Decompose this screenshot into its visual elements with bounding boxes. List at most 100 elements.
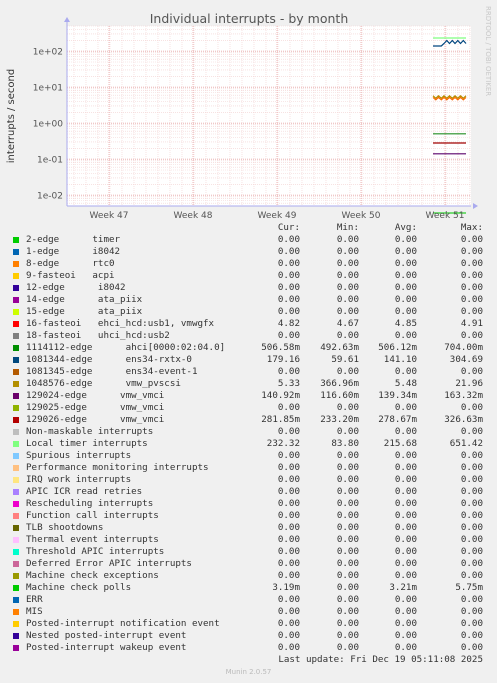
- legend-swatch: [13, 525, 19, 531]
- legend-name: 1081345-edge ens34-event-1: [26, 366, 198, 377]
- legend-row: Posted-interrupt notification event 0.00 0…: [0, 618, 497, 630]
- legend-row: TLB shootdowns 0.00 0.00 0.00 0.00: [0, 522, 497, 534]
- legend-name: 129025-edge vmw_vmci: [26, 402, 165, 413]
- last-update: Last update: Fri Dec 19 05:11:08 2025: [278, 654, 483, 665]
- legend-max: 0.00: [460, 246, 483, 257]
- legend-row: Machine check polls 3.19m 0.00 3.21m 5.75m: [0, 582, 497, 594]
- legend-row: 129026-edge vmw_vmci 281.85m 233.20m 278.67…: [0, 414, 497, 426]
- legend-avg: 0.00: [394, 474, 417, 485]
- x-tick-label: Week 49: [258, 211, 297, 221]
- legend-avg: 0.00: [394, 246, 417, 257]
- legend-max: 5.75m: [455, 582, 483, 593]
- header-max: Max:: [460, 222, 483, 233]
- legend-max: 21.96: [455, 378, 483, 389]
- legend-row: 2-edge timer 0.00 0.00 0.00 0.00: [0, 234, 497, 246]
- legend-name: Machine check polls: [26, 582, 132, 593]
- legend-name: ERR: [26, 594, 43, 605]
- legend-max: 0.00: [460, 282, 483, 293]
- x-axis-arrow: [473, 203, 478, 209]
- y-axis-arrow: [64, 17, 70, 22]
- legend-name: 8-edge rtc0: [26, 258, 115, 269]
- legend-avg: 0.00: [394, 330, 417, 341]
- legend-max: 0.00: [460, 510, 483, 521]
- legend-avg: 0.00: [394, 306, 417, 317]
- legend-swatch: [13, 537, 19, 543]
- legend-row: 9-fasteoi acpi 0.00 0.00 0.00 0.00: [0, 270, 497, 282]
- legend-avg: 0.00: [394, 642, 417, 653]
- legend-max: 0.00: [460, 426, 483, 437]
- legend-max: 0.00: [460, 330, 483, 341]
- legend-swatch: [13, 261, 19, 267]
- legend-avg: 0.00: [394, 534, 417, 545]
- y-tick-label: 1e+01: [33, 84, 63, 94]
- legend-row: 1081344-edge ens34-rxtx-0 179.16 59.61 141.…: [0, 354, 497, 366]
- legend-avg: 0.00: [394, 282, 417, 293]
- legend-row: Deferred Error APIC interrupts 0.00 0.00 0.…: [0, 558, 497, 570]
- legend-row: ERR 0.00 0.00 0.00 0.00: [0, 594, 497, 606]
- legend-avg: 5.48: [394, 378, 417, 389]
- legend-swatch: [13, 285, 19, 291]
- legend-row: Machine check exceptions 0.00 0.00 0.00 0.00: [0, 570, 497, 582]
- legend-avg: 0.00: [394, 630, 417, 641]
- legend-name: 1048576-edge vmw_pvscsi: [26, 378, 181, 389]
- legend-swatch: [13, 489, 19, 495]
- legend-name: Posted-interrupt wakeup event: [26, 642, 187, 653]
- legend-swatch: [13, 297, 19, 303]
- legend-max: 0.00: [460, 522, 483, 533]
- legend-max: 0.00: [460, 534, 483, 545]
- legend-max: 0.00: [460, 294, 483, 305]
- legend-swatch: [13, 645, 19, 651]
- legend-name: Machine check exceptions: [26, 570, 159, 581]
- header-avg: Avg:: [394, 222, 417, 233]
- legend-row: 1048576-edge vmw_pvscsi 5.33 366.96m 5.48 21…: [0, 378, 497, 390]
- legend-max: 704.00m: [444, 342, 483, 353]
- legend-name: IRQ work interrupts: [26, 474, 132, 485]
- legend-swatch: [13, 549, 19, 555]
- legend-avg: 506.12m: [378, 342, 417, 353]
- legend-swatch: [13, 357, 19, 363]
- legend-name: Threshold APIC interrupts: [26, 546, 165, 557]
- legend-avg: 0.00: [394, 258, 417, 269]
- legend-avg: 0.00: [394, 498, 417, 509]
- legend-header: Cur: Min: Avg: Max:: [0, 222, 497, 234]
- y-tick-label: 1e+02: [33, 48, 63, 58]
- legend-avg: 0.00: [394, 450, 417, 461]
- legend-avg: 0.00: [394, 294, 417, 305]
- legend-swatch: [13, 501, 19, 507]
- legend-avg: 0.00: [394, 570, 417, 581]
- legend-name: 16-fasteoi ehci_hcd:usb1, vmwgfx: [26, 318, 215, 329]
- legend-max: 4.91: [460, 318, 483, 329]
- legend-name: MIS: [26, 606, 43, 617]
- legend-row: Thermal event interrupts 0.00 0.00 0.00 0.00: [0, 534, 497, 546]
- legend-swatch: [13, 477, 19, 483]
- legend-name: 129026-edge vmw_vmci: [26, 414, 165, 425]
- legend-row: Threshold APIC interrupts 0.00 0.00 0.00 0.0…: [0, 546, 497, 558]
- legend-row: 129024-edge vmw_vmci 140.92m 116.60m 139.34…: [0, 390, 497, 402]
- legend-row: IRQ work interrupts 0.00 0.00 0.00 0.00: [0, 474, 497, 486]
- legend-swatch: [13, 369, 19, 375]
- legend-max: 0.00: [460, 498, 483, 509]
- legend-max: 0.00: [460, 270, 483, 281]
- legend-name: Thermal event interrupts: [26, 534, 159, 545]
- legend-row: 1114112-edge ahci[0000:02:04.0] 506.58m 49…: [0, 342, 497, 354]
- y-tick-label: 1e-01: [37, 156, 63, 166]
- legend-avg: 0.00: [394, 594, 417, 605]
- legend-max: 0.00: [460, 594, 483, 605]
- legend-max: 0.00: [460, 558, 483, 569]
- rrdtool-watermark: RRDTOOL / TOBI OETIKER: [484, 6, 492, 96]
- legend-name: Non-maskable interrupts: [26, 426, 154, 437]
- legend-swatch: [13, 321, 19, 327]
- legend-row: 1-edge i8042 0.00 0.00 0.00 0.00: [0, 246, 497, 258]
- legend-max: 0.00: [460, 642, 483, 653]
- legend-swatch: [13, 429, 19, 435]
- legend-name: 14-edge ata_piix: [26, 294, 143, 305]
- legend-max: 0.00: [460, 402, 483, 413]
- y-tick-label: 1e-02: [37, 192, 63, 202]
- legend-row: Function call interrupts 0.00 0.00 0.00 0.00: [0, 510, 497, 522]
- legend-max: 0.00: [460, 366, 483, 377]
- legend-row: Posted-interrupt wakeup event 0.00 0.00 0.0…: [0, 642, 497, 654]
- legend-swatch: [13, 273, 19, 279]
- legend-swatch: [13, 249, 19, 255]
- legend-swatch: [13, 237, 19, 243]
- legend-name: 1081344-edge ens34-rxtx-0: [26, 354, 192, 365]
